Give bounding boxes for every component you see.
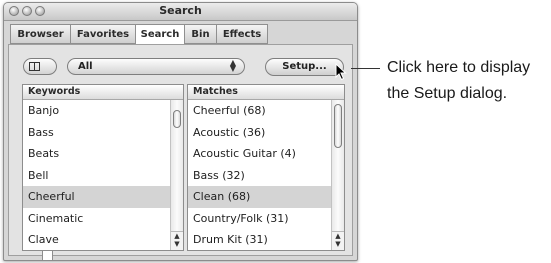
category-popup[interactable]: All ▲ ▼ [67,58,245,75]
keyword-row[interactable]: Cinematic [23,208,183,230]
keyword-row[interactable]: Beats [23,143,183,165]
match-row[interactable]: Acoustic (36) [188,122,344,144]
keyword-row[interactable]: Clave [23,229,183,250]
setup-button[interactable]: Setup... [265,58,344,76]
search-window: Search Browser Favorites Search Bin Effe… [3,2,358,261]
match-row[interactable]: Drum Kit (31) [188,229,344,250]
category-popup-value: All [78,61,93,72]
callout-line-1: Click here to display [387,59,531,76]
tab-favorites[interactable]: Favorites [70,24,136,44]
match-row[interactable]: Acoustic Guitar (4) [188,143,344,165]
keywords-scrollbar[interactable]: ▲ ▼ [170,100,183,250]
keywords-list[interactable]: Keywords Banjo Bass Beats Bell Cheerful … [22,84,184,251]
tab-search[interactable]: Search [135,24,185,45]
tab-effects[interactable]: Effects [216,24,268,44]
matches-header[interactable]: Matches [188,85,344,100]
match-row-selected[interactable]: Clean (68) [188,186,344,208]
match-row[interactable]: Country/Folk (31) [188,208,344,230]
match-row[interactable]: Cheerful (68) [188,100,344,122]
keyword-row[interactable]: Bell [23,165,183,187]
matches-list[interactable]: Matches Cheerful (68) Acoustic (36) Acou… [187,84,345,251]
view-mode-toggle[interactable] [23,58,57,260]
matches-scrollbar[interactable]: ▲ ▼ [331,100,344,250]
keywords-scroll-arrows[interactable]: ▲ ▼ [171,231,183,250]
tab-browser[interactable]: Browser [10,24,71,44]
callout-line-2: the Setup dialog. [387,85,508,102]
popup-arrows-icon: ▲ ▼ [229,58,236,73]
setup-callout: Click here to display the Setup dialog. [387,55,530,107]
mouse-pointer-icon [335,63,347,81]
column-view-icon[interactable] [29,62,40,71]
window-title: Search [159,4,202,17]
match-row[interactable]: Bass (32) [188,165,344,187]
keyword-row[interactable]: Bass [23,122,183,144]
matches-scroll-thumb[interactable] [334,104,342,148]
tab-bin[interactable]: Bin [184,24,217,44]
keywords-header[interactable]: Keywords [23,85,183,100]
keywords-scroll-thumb[interactable] [173,110,181,128]
keyword-row[interactable]: Banjo [23,100,183,122]
matches-scroll-arrows[interactable]: ▲ ▼ [332,231,344,250]
title-bar[interactable]: Search [4,3,357,21]
keyword-row-selected[interactable]: Cheerful [23,186,183,208]
callout-leader-line [351,68,380,69]
search-panel: All ▲ ▼ Setup... Keywords Banjo Bass Beat… [8,44,353,260]
